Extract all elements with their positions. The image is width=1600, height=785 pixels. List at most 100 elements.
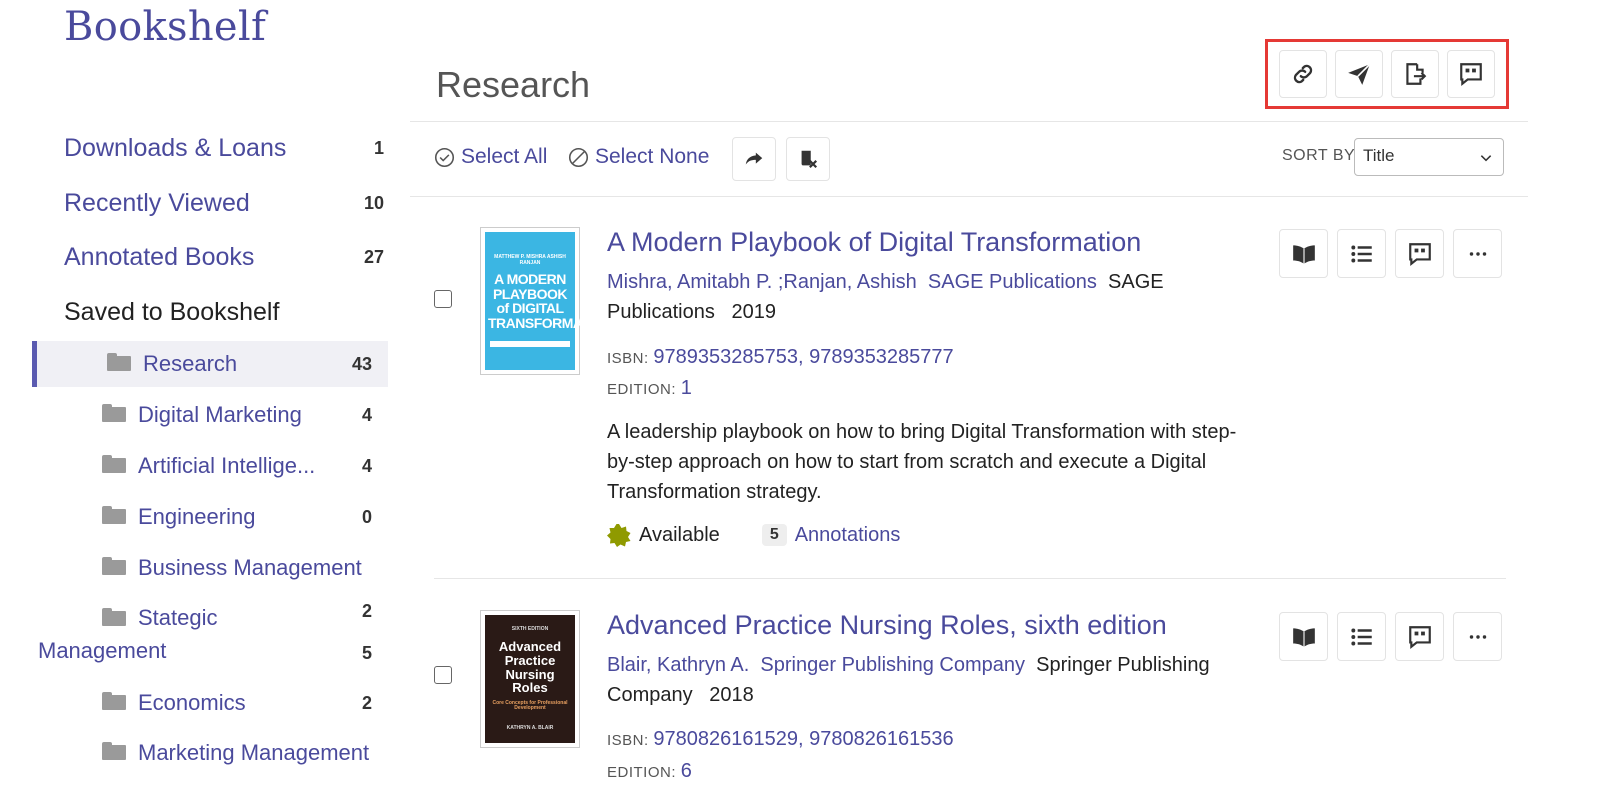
publication-year: 2019 [731,301,777,323]
sidebar-item-annotated-books[interactable]: Annotated Books 27 [64,237,384,277]
folder-label: Business Management [138,555,362,580]
publisher-name: Springer Publishing [1036,654,1210,676]
page-title: Research [436,64,591,105]
folder-label: Marketing Management [138,740,370,765]
sidebar-item-count: 27 [363,246,384,267]
cite-book-button[interactable] [1395,229,1444,278]
folder-count: 4 [361,404,372,425]
book-remove-icon [801,150,818,169]
result-checkbox[interactable] [434,290,452,308]
annotations-link[interactable]: Annotations [795,524,901,547]
toolbar-divider [410,196,1528,197]
result-checkbox[interactable] [434,666,452,684]
table-of-contents-button[interactable] [1337,229,1386,278]
ellipsis-icon [1469,634,1486,639]
move-button[interactable] [732,137,776,181]
folder-item-marketing-management[interactable]: Marketing Management [32,730,388,776]
paper-plane-icon [1348,63,1371,85]
page-actions-group [1265,39,1509,109]
sidebar-item-recently-viewed[interactable]: Recently Viewed 10 [64,183,384,223]
quote-comment-icon [1408,242,1431,266]
quote-comment-icon [1460,63,1482,87]
folder-item-strategic-management[interactable]: Stategic Management 5 [32,596,388,666]
folder-count: 4 [361,455,372,476]
isbn-label: ISBN: [607,732,649,749]
sort-select[interactable]: Title [1354,138,1504,176]
select-all-label: Select All [461,145,548,168]
folder-label-continued: Management [38,638,167,663]
folder-item-digital-marketing[interactable]: Digital Marketing 4 [32,392,388,438]
open-book-icon [1292,627,1315,647]
folder-item-research[interactable]: Research 43 [32,341,388,387]
edition-label: EDITION: [607,381,677,398]
isbn-label: ISBN: [607,350,649,367]
result-actions [1279,612,1502,661]
result-title[interactable]: Advanced Practice Nursing Roles, sixth e… [607,610,1167,641]
folder-icon [102,404,126,422]
table-of-contents-button[interactable] [1337,612,1386,661]
annotation-count-badge: 5 [761,524,787,546]
isbn-value[interactable]: 9780826161529, 9780826161536 [653,728,953,750]
isbn-row: ISBN: 9780826161529, 9780826161536 [607,728,954,751]
isbn-value[interactable]: 9789353285753, 9789353285777 [653,346,953,368]
publication-year: 2018 [709,684,754,706]
available-badge-icon [607,524,631,547]
publisher-link[interactable]: SAGE Publications [928,271,1097,293]
ban-circle-icon [568,147,589,167]
sidebar-item-label: Annotated Books [64,242,255,271]
sidebar-item-label: Saved to Bookshelf [64,297,280,326]
availability-label: Available [639,523,720,546]
select-none-link[interactable]: Select None [568,145,709,169]
result-byline: Blair, Kathryn A. Springer Publishing Co… [607,650,1257,710]
result-divider [434,578,1506,579]
export-button[interactable] [1391,50,1439,98]
sidebar-item-count: 10 [363,192,384,213]
folder-icon [102,692,126,710]
read-book-button[interactable] [1279,612,1328,661]
sort-by-label: SORT BY [1282,147,1356,164]
cover-author: KATHRYN A. BLAIR [506,724,554,731]
folder-count: 43 [351,353,372,374]
folder-count: 5 [361,643,372,663]
folder-label: Stategic [138,605,218,630]
folder-item-economics[interactable]: Economics 2 [32,680,388,726]
folder-count: 2 [361,692,372,713]
sidebar-item-downloads-loans[interactable]: Downloads & Loans 1 [64,128,384,168]
edition-row: EDITION: 1 [607,377,692,400]
cover-edition: SIXTH EDITION [511,626,549,633]
select-all-link[interactable]: Select All [434,145,547,169]
book-cover[interactable]: MATTHEW P. MISHRA ASHISH RANJAN A MODERN… [480,227,613,375]
folder-label: Economics [138,690,246,715]
publisher-name: SAGE [1108,271,1164,293]
cover-title: Advanced Practice Nursing Roles [498,639,562,696]
copy-link-button[interactable] [1279,50,1327,98]
edition-row: EDITION: 6 [607,760,692,783]
folder-item-artificial-intelligence[interactable]: Artificial Intellige... 4 [32,443,388,489]
open-book-icon [1292,244,1315,264]
sort-select-value: Title [1363,146,1395,165]
folder-item-business-management[interactable]: Business Management 2 [32,545,388,621]
sidebar-item-saved-to-bookshelf[interactable]: Saved to Bookshelf [64,292,384,332]
publisher-name-continued: Publications [607,301,715,323]
list-icon [1350,628,1372,645]
edition-value: 6 [680,760,692,782]
publisher-link[interactable]: Springer Publishing Company [760,654,1025,676]
send-button[interactable] [1335,50,1383,98]
author-link[interactable]: Blair, Kathryn A. [607,654,749,676]
remove-button[interactable] [786,137,830,181]
cite-book-button[interactable] [1395,612,1444,661]
export-file-icon [1406,63,1427,85]
author-link[interactable]: Mishra, Amitabh P. ;Ranjan, Ashish [607,271,917,293]
book-cover[interactable]: SIXTH EDITION Advanced Practice Nursing … [480,610,580,748]
read-book-button[interactable] [1279,229,1328,278]
folder-item-engineering[interactable]: Engineering 0 [32,494,388,540]
result-byline: Mishra, Amitabh P. ;Ranjan, Ashish SAGE … [607,267,1257,327]
cite-button[interactable] [1447,50,1495,98]
more-options-button[interactable] [1453,229,1502,278]
list-toolbar: Select All Select None SORT BY Title [434,137,1506,181]
sidebar-item-label: Recently Viewed [64,188,250,217]
folder-icon [102,506,126,524]
result-title[interactable]: A Modern Playbook of Digital Transformat… [607,227,1141,258]
list-icon [1350,245,1372,262]
more-options-button[interactable] [1453,612,1502,661]
